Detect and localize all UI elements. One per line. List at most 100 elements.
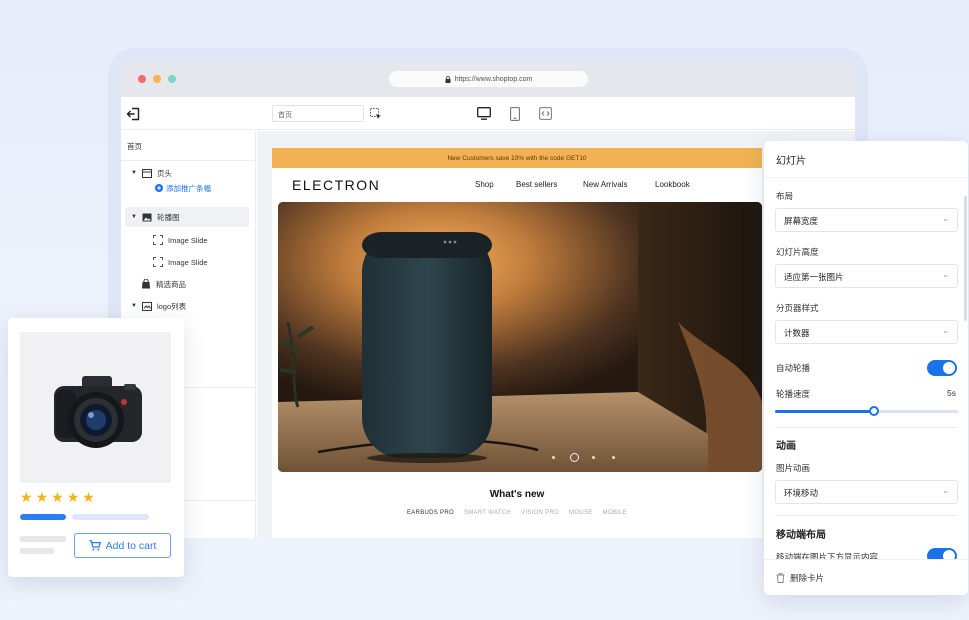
desktop-view-button[interactable] — [477, 106, 491, 121]
browser-window: https://www.shoptop.com 首页 首页 ▼ 页头 添加推广条… — [121, 61, 855, 538]
address-bar[interactable]: https://www.shoptop.com — [389, 71, 588, 87]
hero-slideshow[interactable] — [278, 202, 762, 472]
tab-vision-pro[interactable]: VISION PRO — [521, 510, 559, 516]
maximize-window-dot[interactable] — [168, 75, 176, 83]
url-text: https://www.shoptop.com — [454, 75, 533, 83]
nav-link-lookbook[interactable]: Lookbook — [655, 180, 690, 189]
minimize-window-dot[interactable] — [153, 75, 161, 83]
autoplay-toggle[interactable] — [927, 360, 957, 376]
tree-item-logo-list[interactable]: ▼ logo列表 — [131, 299, 186, 313]
fit-width-button[interactable] — [538, 106, 552, 121]
tree-item-label: logo列表 — [156, 301, 187, 311]
product-card: ★ ★ ★ ★ ★ Add to cart — [8, 318, 184, 577]
mobile-view-button[interactable] — [508, 106, 522, 121]
pager-dot[interactable] — [552, 456, 555, 459]
tree-item-featured-products[interactable]: 精选商品 — [141, 277, 186, 291]
nav-link-shop[interactable]: Shop — [475, 180, 494, 189]
pager-dot[interactable] — [592, 456, 595, 459]
panel-divider — [764, 177, 968, 178]
star-icon: ★ — [20, 489, 33, 505]
animation-section-title: 动画 — [776, 441, 796, 452]
browser-titlebar: https://www.shoptop.com — [121, 61, 855, 97]
caret-down-icon: ▼ — [131, 303, 137, 309]
caret-down-icon: ▼ — [131, 214, 137, 220]
tab-smart-watch[interactable]: SMART WATCH — [464, 510, 511, 516]
tab-mouse[interactable]: MOUSE — [569, 510, 593, 516]
tree-item-label: Image Slide — [168, 235, 208, 245]
close-window-dot[interactable] — [138, 75, 146, 83]
title-placeholder-bar — [20, 514, 66, 520]
tab-mobile[interactable]: MOBILE — [603, 510, 627, 516]
tree-divider — [121, 160, 256, 161]
tree-item-image-slide-2[interactable]: Image Slide — [153, 255, 208, 269]
slide-height-select[interactable]: 适应第一张图片 ⌄ — [775, 264, 958, 288]
chevron-down-icon: ⌄ — [942, 214, 949, 223]
speed-slider-handle[interactable] — [868, 406, 879, 416]
page-select[interactable]: 首页 — [272, 105, 364, 122]
tree-item-label: 页头 — [156, 168, 172, 178]
image-section-icon — [142, 213, 152, 221]
layout-select[interactable]: 屏幕宽度 ⌄ — [775, 208, 958, 232]
tree-item-header[interactable]: ▼ 页头 — [131, 166, 172, 180]
panel-scrollbar[interactable] — [964, 196, 967, 321]
image-animation-select[interactable]: 环境移动 ⌄ — [775, 480, 958, 504]
delete-card-label: 删除卡片 — [790, 573, 825, 583]
collection-tabs: EARBUDS PRO SMART WATCH VISION PRO MOUSE… — [272, 510, 762, 516]
tree-item-label: 精选商品 — [156, 279, 186, 289]
announcement-bar[interactable]: New Customers save 10% with the code GET… — [272, 148, 762, 168]
camera-icon — [54, 376, 142, 448]
lock-icon — [445, 75, 451, 83]
block-icon — [153, 235, 163, 245]
pager-dot-active[interactable] — [570, 453, 579, 462]
desktop-icon — [477, 107, 491, 120]
exit-icon[interactable] — [126, 107, 140, 121]
image-list-icon — [141, 301, 152, 311]
block-icon — [153, 257, 163, 267]
layout-label: 布局 — [776, 191, 794, 201]
add-announcement-link[interactable]: 添加推广条幅 — [155, 181, 211, 195]
store-logo[interactable]: ELECTRON — [292, 177, 380, 193]
image-animation-label: 图片动画 — [776, 463, 811, 473]
layout-select-value: 屏幕宽度 — [784, 216, 819, 226]
nav-link-new-arrivals[interactable]: New Arrivals — [583, 180, 627, 189]
tree-item-slideshow[interactable]: ▼ 轮播图 — [131, 210, 179, 224]
rating-stars: ★ ★ ★ ★ ★ — [20, 490, 95, 504]
tree-item-image-slide-1[interactable]: Image Slide — [153, 233, 208, 247]
star-icon: ★ — [82, 489, 95, 505]
price-placeholder-bar — [20, 536, 66, 542]
subtitle-placeholder-bar — [72, 514, 149, 520]
store-preview: New Customers save 10% with the code GET… — [272, 148, 762, 538]
add-to-cart-button[interactable]: Add to cart — [74, 533, 171, 558]
pager-dot[interactable] — [612, 456, 615, 459]
star-icon: ★ — [35, 489, 49, 505]
product-image[interactable] — [20, 332, 171, 483]
cart-icon — [89, 540, 101, 551]
star-icon: ★ — [66, 489, 80, 505]
mobile-icon — [510, 106, 520, 121]
add-announcement-label: 添加推广条幅 — [166, 183, 211, 193]
hero-image — [278, 202, 762, 472]
panel-footer: 删除卡片 — [764, 559, 968, 595]
tab-earbuds-pro[interactable]: EARBUDS PRO — [407, 510, 454, 516]
caret-down-icon: ▼ — [131, 170, 137, 176]
speed-label: 轮播速度 — [776, 389, 811, 399]
fit-width-icon — [538, 107, 552, 120]
editor-toolbar: 首页 — [121, 97, 855, 130]
slideshow-settings-panel: 幻灯片 布局 屏幕宽度 ⌄ 幻灯片高度 适应第一张图片 ⌄ 分页器样式 计数器 … — [764, 141, 968, 595]
add-to-cart-label: Add to cart — [105, 539, 157, 552]
panel-title: 幻灯片 — [776, 156, 806, 167]
image-animation-select-value: 环境移动 — [784, 488, 819, 498]
panel-divider — [775, 427, 958, 428]
autoplay-label: 自动轮播 — [776, 363, 811, 373]
chevron-down-icon: ⌄ — [942, 486, 949, 495]
chevron-down-icon: ⌄ — [942, 270, 949, 279]
slide-height-select-value: 适应第一张图片 — [784, 272, 844, 282]
section-title: What's new — [489, 489, 545, 500]
delete-card-button[interactable]: 删除卡片 — [776, 572, 824, 584]
inspect-select-icon[interactable] — [370, 108, 382, 120]
speed-value: 5s — [947, 388, 956, 398]
trash-icon — [776, 573, 785, 583]
plus-circle-icon — [155, 184, 163, 192]
nav-link-best-sellers[interactable]: Best sellers — [516, 180, 557, 189]
pager-style-select[interactable]: 计数器 ⌄ — [775, 320, 958, 344]
